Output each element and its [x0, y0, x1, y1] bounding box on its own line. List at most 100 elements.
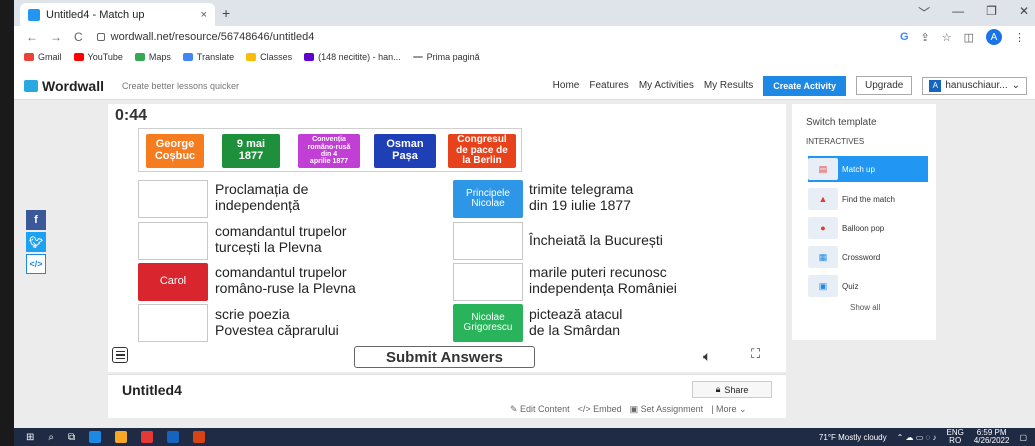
embed-link[interactable]: </> Embed: [578, 404, 622, 415]
wordwall-header: Wordwall Create better lessons quicker H…: [14, 72, 1035, 100]
show-all-link[interactable]: Show all: [850, 303, 880, 312]
placed-tile-principele-nicolae[interactable]: Principele Nicolae: [453, 180, 523, 218]
draggable-tile-congresul-berlin[interactable]: Congresul de pace de la Berlin: [448, 134, 516, 168]
bookmark-yahoo-mail[interactable]: (148 necitite) - han...: [304, 52, 401, 62]
speaker-icon[interactable]: 🔈︎: [703, 348, 711, 365]
minimize-button[interactable]: —: [952, 4, 964, 21]
address-bar-row: ← → C wordwall.net/resource/56748646/unt…: [14, 26, 1035, 48]
browser-tab[interactable]: Untitled4 - Match up ×: [20, 3, 215, 26]
draggable-tile-george-cosbuc[interactable]: George Coșbuc: [146, 134, 204, 168]
clue-text: trimite telegrama din 19 iulie 1877: [529, 181, 634, 213]
nav-my-activities[interactable]: My Activities: [639, 80, 694, 91]
windows-start-icon[interactable]: ⊞: [26, 432, 34, 443]
bookmark-translate[interactable]: Translate: [182, 52, 234, 62]
bookmark-classes[interactable]: Classes: [246, 52, 292, 62]
search-icon[interactable]: ⌕: [48, 432, 54, 443]
wordwall-favicon-icon: [28, 8, 40, 21]
template-crossword[interactable]: ▦ Crossword: [808, 244, 928, 270]
nav-home[interactable]: Home: [553, 80, 580, 91]
bookmark-youtube[interactable]: YouTube: [73, 52, 123, 62]
bookmark-star-icon[interactable]: ☆: [942, 31, 952, 44]
submit-answers-button[interactable]: Submit Answers: [354, 346, 535, 368]
bookmark-prima-pagina[interactable]: Prima pagină: [412, 52, 480, 62]
reload-icon[interactable]: C: [74, 30, 83, 44]
template-quiz[interactable]: ▣ Quiz: [808, 273, 928, 299]
match-up-icon: ▤: [808, 158, 838, 180]
answer-slot[interactable]: [138, 180, 208, 218]
window-frame-left: [0, 0, 14, 446]
fullscreen-icon[interactable]: ⛶: [751, 346, 760, 362]
task-view-icon[interactable]: ⧉: [68, 432, 75, 443]
template-balloon-pop[interactable]: ● Balloon pop: [808, 215, 928, 241]
address-bar-actions: G ⇪ ☆ ◫ A ⋮: [900, 29, 1025, 45]
answer-slot[interactable]: [138, 222, 208, 260]
answer-slot[interactable]: [453, 222, 523, 260]
profile-avatar[interactable]: A: [986, 29, 1002, 45]
template-match-up[interactable]: ▤ Match up: [808, 156, 928, 182]
language-indicator[interactable]: ENG RO: [947, 429, 964, 445]
header-tagline: Create better lessons quicker: [121, 80, 240, 91]
bookmark-gmail[interactable]: Gmail: [24, 52, 62, 62]
word-icon[interactable]: [167, 431, 180, 443]
user-menu-button[interactable]: Ahanuschiaur... ⌄: [922, 76, 1027, 95]
powerpoint-icon[interactable]: [193, 431, 206, 443]
new-tab-button[interactable]: +: [222, 5, 230, 21]
balloon-pop-icon: ●: [808, 217, 838, 239]
facebook-icon[interactable]: f: [26, 210, 46, 230]
clue-text: marile puteri recunosc independența Român…: [529, 264, 677, 296]
wordwall-logo-icon: [24, 79, 38, 92]
nav-my-results[interactable]: My Results: [704, 80, 753, 91]
browser-menu-icon[interactable]: ⋮: [1014, 31, 1025, 44]
system-tray: 71°F Mostly cloudy ⌃ ☁ ▭ ◌ ♪ ENG RO 6:59 …: [819, 429, 1027, 445]
set-assignment-link[interactable]: ▣ Set Assignment: [630, 404, 704, 415]
taskbar-apps: ⊞ ⌕ ⧉: [26, 431, 206, 443]
find-the-match-icon: ▲: [808, 188, 838, 210]
maximize-button[interactable]: ❐: [986, 4, 997, 21]
back-icon[interactable]: ←: [26, 30, 38, 44]
share-page-icon[interactable]: ⇪: [921, 31, 930, 44]
tab-close-icon[interactable]: ×: [201, 9, 207, 21]
timer: 0:44: [115, 107, 148, 124]
lock-icon: [96, 33, 105, 41]
tray-icons[interactable]: ⌃ ☁ ▭ ◌ ♪: [897, 433, 937, 442]
notifications-icon[interactable]: ▢: [1019, 433, 1027, 442]
side-panel-icon[interactable]: ◫: [964, 31, 974, 44]
placed-tile-nicolae-grigorescu[interactable]: Nicolae Grigorescu: [453, 304, 523, 342]
create-activity-button[interactable]: Create Activity: [763, 75, 846, 96]
url-bar[interactable]: wordwall.net/resource/56748646/untitled4: [96, 28, 900, 46]
clock[interactable]: 6:59 PM 4/26/2022: [974, 429, 1010, 445]
draggable-tile-osman-pasa[interactable]: Osman Pașa: [374, 134, 436, 168]
clue-text: Proclamația de independență: [215, 181, 309, 213]
placed-tile-carol[interactable]: Carol: [138, 263, 208, 301]
draggable-tile-9-mai-1877[interactable]: 9 mai 1877: [222, 134, 280, 168]
bookmark-maps[interactable]: Maps: [134, 52, 171, 62]
forward-icon[interactable]: →: [50, 30, 62, 44]
chrome-icon[interactable]: [141, 431, 154, 443]
upgrade-button[interactable]: Upgrade: [855, 76, 913, 95]
clue-text: scrie poezia Povestea căprarului: [215, 306, 339, 338]
embed-code-icon[interactable]: </>: [26, 254, 46, 274]
url-text: wordwall.net/resource/56748646/untitled4: [110, 31, 315, 43]
menu-icon[interactable]: [112, 347, 128, 363]
edit-content-link[interactable]: ✎ Edit Content: [510, 404, 570, 415]
answer-slot[interactable]: [138, 304, 208, 342]
answer-slot[interactable]: [453, 263, 523, 301]
windows-taskbar: ⊞ ⌕ ⧉ 71°F Mostly cloudy ⌃ ☁ ▭ ◌ ♪ ENG RO…: [14, 428, 1035, 446]
wordwall-logo[interactable]: Wordwall: [24, 78, 104, 94]
clue-text: comandantul trupelor româno-ruse la Plevn…: [215, 264, 356, 296]
more-link[interactable]: | More ⌄: [711, 404, 746, 415]
draggable-tile-conventia-romano-rusa[interactable]: Convenția româno-rusă din 4 aprilie 1877: [298, 134, 360, 168]
switch-template-title: Switch template: [806, 117, 877, 128]
close-window-button[interactable]: ✕: [1019, 4, 1029, 21]
nav-features[interactable]: Features: [589, 80, 628, 91]
activity-footer-links: ✎ Edit Content </> Embed ▣ Set Assignmen…: [510, 404, 747, 415]
file-explorer-icon[interactable]: [115, 431, 128, 443]
edge-icon[interactable]: [89, 431, 102, 443]
tab-search-icon[interactable]: ﹀: [918, 4, 930, 21]
weather-widget[interactable]: 71°F Mostly cloudy: [819, 433, 887, 442]
share-button[interactable]: 🔒︎ Share: [692, 381, 772, 398]
google-icon[interactable]: G: [900, 31, 909, 43]
twitter-icon[interactable]: 🐦︎: [26, 232, 46, 252]
chevron-down-icon: ⌄: [1011, 80, 1020, 91]
template-find-the-match[interactable]: ▲ Find the match: [808, 186, 928, 212]
